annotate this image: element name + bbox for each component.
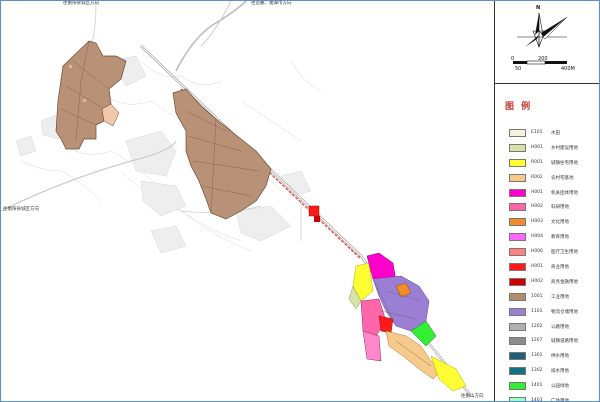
legend-swatch bbox=[509, 337, 526, 346]
legend-swatch bbox=[509, 307, 526, 316]
direction-label-top-center: 往岳麓、湘潭市方向 bbox=[251, 1, 292, 6]
legend-code: H001 bbox=[531, 264, 543, 270]
legend-code: H006 bbox=[531, 249, 543, 255]
legend-swatch bbox=[509, 218, 526, 227]
legend-code: 1302 bbox=[531, 368, 543, 374]
scale-label-0: 0 bbox=[511, 56, 515, 62]
legend-swatch bbox=[509, 158, 526, 167]
legend-swatch bbox=[509, 367, 526, 376]
direction-label-left: 往衡阳县城区方向 bbox=[3, 207, 39, 212]
legend-title: 图 例 bbox=[505, 102, 533, 112]
legend-label: 商务金融用地 bbox=[551, 279, 578, 285]
legend-item: R001 城镇住宅用地 bbox=[509, 157, 599, 172]
north-arrow-icon bbox=[513, 12, 568, 65]
legend-item: H002 科研用地 bbox=[509, 201, 599, 216]
legend-swatch bbox=[509, 129, 526, 137]
scale-label-50: 50 bbox=[515, 66, 522, 72]
legend-label: 城镇道路用地 bbox=[551, 339, 578, 345]
legend-swatch bbox=[509, 233, 526, 242]
legend-code: R001 bbox=[531, 159, 543, 165]
legend-label: 教育用地 bbox=[551, 235, 569, 241]
legend-label: 排水用地 bbox=[551, 369, 569, 375]
legend-code: 1403 bbox=[531, 398, 543, 402]
north-label: N bbox=[536, 5, 541, 11]
legend-code: 1401 bbox=[531, 383, 543, 389]
legend-item: E101 水田 bbox=[509, 127, 599, 142]
legend-label: 商业用地 bbox=[551, 265, 569, 271]
direction-label-bottom-right: 往衡山方向 bbox=[461, 394, 484, 399]
legend-item: 1001 工业用地 bbox=[509, 291, 599, 306]
legend-list: E101 水田 H001 乡村建设用地 R001 城镇住宅用地 R002 农村宅基地 H001 机… bbox=[509, 127, 599, 402]
legend-label: 文化用地 bbox=[551, 220, 569, 226]
legend-code: 1202 bbox=[531, 323, 543, 329]
town-cluster-southeast bbox=[348, 252, 467, 392]
legend-code: H001 bbox=[531, 144, 543, 150]
legend-code: 1101 bbox=[531, 308, 543, 314]
legend-code: H001 bbox=[531, 189, 543, 195]
compass-scale-box: N 0 50 200 400M bbox=[495, 1, 599, 84]
legend-label: 农村宅基地 bbox=[551, 175, 574, 181]
legend-code: R002 bbox=[531, 174, 543, 180]
legend-item: 1403 广场用地 bbox=[509, 395, 599, 402]
legend-code: H003 bbox=[531, 219, 543, 225]
legend-label: 工业用地 bbox=[551, 294, 569, 300]
legend-item: 1301 供水用地 bbox=[509, 350, 599, 365]
map-frame: 往衡阳县城区方向 往岳麓、湘潭市方向 往衡阳县城区方向 往衡山方向 N 0 50 bbox=[0, 0, 600, 402]
legend-label: 水田 bbox=[551, 131, 560, 136]
legend-label: 机关团体用地 bbox=[551, 190, 578, 196]
map-area[interactable]: 往衡阳县城区方向 往岳麓、湘潭市方向 往衡阳县城区方向 往衡山方向 bbox=[1, 1, 494, 401]
direction-label-top-left: 往衡阳县城区方向 bbox=[63, 1, 99, 6]
legend-label: 科研用地 bbox=[551, 205, 569, 211]
legend-label: 乡村建设用地 bbox=[551, 145, 578, 151]
legend-label: 物流仓储用地 bbox=[551, 309, 578, 315]
legend-code: 1207 bbox=[531, 338, 543, 344]
legend-swatch bbox=[509, 143, 526, 152]
legend-swatch bbox=[509, 173, 526, 182]
legend-swatch bbox=[509, 248, 526, 257]
legend-sidebar: N 0 50 200 400M 图 例 E101 水田 H001 乡村建设用地 R001… bbox=[494, 1, 599, 402]
map-canvas bbox=[1, 1, 472, 397]
scale-label-400m: 400M bbox=[561, 66, 575, 72]
legend-swatch bbox=[509, 382, 526, 391]
legend-item: 1401 公园绿地 bbox=[509, 380, 599, 395]
legend-code: 1001 bbox=[531, 293, 543, 299]
legend-item: H006 医疗卫生用地 bbox=[509, 246, 599, 261]
legend-swatch bbox=[509, 292, 526, 301]
corridor-markers bbox=[308, 205, 320, 222]
legend-label: 广场用地 bbox=[551, 399, 569, 402]
legend-item: H001 机关团体用地 bbox=[509, 187, 599, 202]
legend-swatch bbox=[509, 277, 526, 286]
legend-item: 1101 物流仓储用地 bbox=[509, 306, 599, 321]
legend-code: E101 bbox=[531, 130, 543, 135]
scale-label-200: 200 bbox=[538, 56, 548, 62]
legend-item: 1207 城镇道路用地 bbox=[509, 335, 599, 350]
legend-item: H004 教育用地 bbox=[509, 231, 599, 246]
legend-item: H001 乡村建设用地 bbox=[509, 142, 599, 157]
legend-label: 公园绿地 bbox=[551, 384, 569, 390]
legend-swatch bbox=[509, 203, 526, 212]
legend-label: 城镇住宅用地 bbox=[551, 160, 578, 166]
legend-item: H003 文化用地 bbox=[509, 216, 599, 231]
legend-code: H004 bbox=[531, 234, 543, 240]
legend-label: 公路用地 bbox=[551, 324, 569, 330]
industrial-parcel-central bbox=[172, 88, 272, 220]
legend-item: R002 农村宅基地 bbox=[509, 172, 599, 187]
legend-item: H001 商业用地 bbox=[509, 261, 599, 276]
legend-item: 1202 公路用地 bbox=[509, 321, 599, 336]
legend-label: 供水用地 bbox=[551, 354, 569, 360]
legend-code: H002 bbox=[531, 204, 543, 210]
legend-code: 1301 bbox=[531, 353, 543, 359]
legend-label: 医疗卫生用地 bbox=[551, 250, 578, 256]
legend-code: H002 bbox=[531, 278, 543, 284]
legend-swatch bbox=[509, 397, 526, 401]
legend-item: H002 商务金融用地 bbox=[509, 276, 599, 291]
industrial-parcel-west bbox=[55, 40, 127, 150]
legend-item: 1302 排水用地 bbox=[509, 365, 599, 380]
legend-swatch bbox=[509, 188, 526, 197]
legend-swatch bbox=[509, 322, 526, 331]
legend-swatch bbox=[509, 263, 526, 272]
legend-swatch bbox=[509, 352, 526, 361]
